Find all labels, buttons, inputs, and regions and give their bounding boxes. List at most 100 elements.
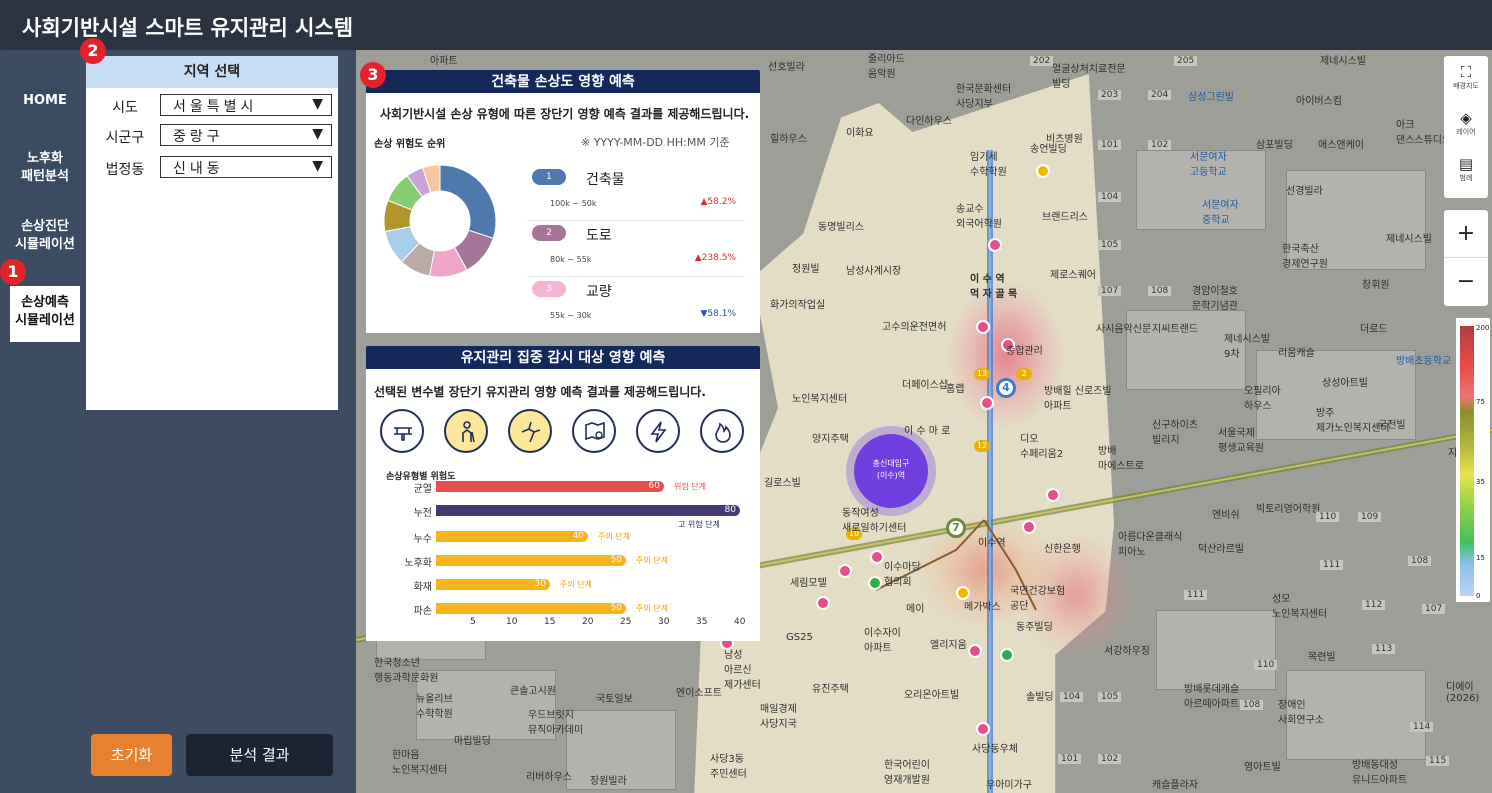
map-label: 줄리아드 음악원 — [868, 54, 905, 80]
bus-stop-marker[interactable]: 2 — [1016, 368, 1032, 380]
bus-icon[interactable] — [976, 320, 990, 334]
chevron-down-icon: ▼ — [312, 158, 323, 174]
sido-value: 서울특별시 — [173, 99, 258, 115]
sido-row: 시도 서울특별시 ▼ — [86, 94, 338, 118]
bar-fire[interactable]: 30 — [436, 579, 550, 590]
map-label: 제네시스빌 — [1320, 56, 1366, 67]
bus-stop-marker[interactable]: 13 — [974, 368, 990, 380]
fire-icon[interactable] — [700, 409, 744, 453]
axis-tick: 25 — [620, 617, 632, 627]
crack-icon[interactable] — [508, 409, 552, 453]
map-label: 이수마당 협의회 — [884, 562, 921, 588]
bus-icon[interactable] — [1022, 520, 1036, 534]
legend-icon: ▤ — [1458, 155, 1474, 173]
pipe-icon[interactable] — [380, 409, 424, 453]
donut-slice-1[interactable] — [439, 164, 497, 239]
zoom-in-button[interactable]: + — [1444, 210, 1488, 258]
line-7-station-icon[interactable]: 7 — [946, 518, 966, 538]
map-label: 마립빌딩 — [454, 736, 491, 747]
map-label: 임기세 수학학원 — [970, 152, 1007, 178]
lightning-icon[interactable] — [636, 409, 680, 453]
district-number: 112 — [1362, 600, 1386, 610]
layer-button[interactable]: ◈ 레이어 — [1444, 110, 1488, 137]
legend-button[interactable]: ▤ 범례 — [1444, 156, 1488, 183]
map-label: 캐슬플라자 — [1152, 780, 1198, 791]
axis-tick: 40 — [734, 617, 746, 627]
rank-range: 55k ~ 30k — [550, 311, 592, 320]
nav-item-label: 손상진단 시뮬레이션 — [15, 219, 75, 252]
map-label: 방배초등학교 — [1396, 356, 1452, 367]
bar-label: 파손 — [413, 606, 432, 617]
bus-icon[interactable] — [968, 644, 982, 658]
bus-icon[interactable] — [976, 722, 990, 736]
map-label: 더로드 — [1360, 324, 1388, 335]
bike-icon[interactable] — [1036, 164, 1050, 178]
district-number: 107 — [1098, 286, 1122, 296]
map-label: 지씨트랜드 — [1152, 324, 1198, 335]
building-damage-subtitle: 사회기반시설 손상 유형에 따른 장단기 영향 예측 결과를 제공해드립니다. — [380, 107, 750, 121]
map-toolbar: ⛶ 배경지도 ◈ 레이어 ▤ 범례 — [1444, 56, 1488, 198]
map-label: 더페이스샵 — [902, 380, 948, 391]
elderly-person-icon[interactable] — [444, 409, 488, 453]
basemap-button[interactable]: ⛶ 배경지도 — [1444, 64, 1488, 91]
bus-icon[interactable] — [988, 238, 1002, 252]
region-select-panel: 지역 선택 시도 서울특별시 ▼ 시군구 중랑구 ▼ 법정동 신내동 ▼ — [86, 56, 338, 410]
bike-icon[interactable] — [1000, 648, 1014, 662]
map-label: 리움캐슬 — [1278, 348, 1315, 359]
beopjeongdong-select[interactable]: 신내동 ▼ — [160, 156, 332, 178]
district-number: 104 — [1060, 692, 1084, 702]
nav-item-damage-prediction[interactable]: 손상예측 시뮬레이션 — [10, 286, 80, 342]
map-label: 서울국제 평생교육원 — [1218, 428, 1264, 454]
bus-icon[interactable] — [870, 550, 884, 564]
bike-icon[interactable] — [868, 576, 882, 590]
analysis-result-button[interactable]: 분석 결과 — [186, 734, 333, 776]
bar-damage[interactable]: 50 — [436, 603, 626, 614]
bar-aging[interactable]: 50 — [436, 555, 626, 566]
rank-row-1[interactable]: 1 건축물 100k ~ 50k ▲58.2% — [526, 169, 746, 221]
bus-icon[interactable] — [1046, 488, 1060, 502]
nav-item-aging-pattern[interactable]: 노후화 패턴분석 — [10, 150, 80, 190]
map-label: 고수의운전면허 — [882, 322, 947, 333]
beopjeongdong-label: 법정동 — [105, 162, 145, 178]
map-label: 우아미가구 — [986, 780, 1032, 791]
line-4-station-icon[interactable]: 4 — [996, 378, 1016, 398]
map-label: 제네시스빌 9차 — [1224, 334, 1270, 360]
nav-item-label: 손상예측 시뮬레이션 — [15, 295, 75, 328]
maintenance-subtitle: 선택된 변수별 장단기 유지관리 영향 예측 결과를 제공해드립니다. — [374, 385, 706, 399]
sido-select[interactable]: 서울특별시 ▼ — [160, 94, 332, 116]
map-label: 홈랩 — [946, 384, 965, 395]
reference-date-note: ※ YYYY-MM-DD HH:MM 기준 — [581, 136, 730, 149]
bar-leak[interactable]: 40 — [436, 531, 588, 542]
layer-label: 레이어 — [1456, 128, 1476, 136]
district-number: 204 — [1148, 90, 1172, 100]
rank-row-3[interactable]: 3 교량 55k ~ 30k ▼58.1% — [526, 281, 746, 333]
bar-crack[interactable]: 60 — [436, 481, 664, 492]
bar-short-circuit[interactable]: 80 — [436, 505, 740, 516]
rank-name: 건축물 — [586, 172, 625, 188]
reset-button[interactable]: 초기화 — [91, 734, 172, 776]
map-label: 이 수 마 로 — [904, 426, 951, 437]
bus-stop-marker[interactable]: 12 — [974, 440, 990, 452]
bus-icon[interactable] — [816, 596, 830, 610]
district-number: 202 — [1030, 56, 1054, 66]
nav-item-home[interactable]: HOME — [10, 92, 80, 114]
bus-icon[interactable] — [980, 396, 994, 410]
axis-tick: 10 — [506, 617, 518, 627]
map-label: 화가의작업실 — [770, 300, 826, 311]
map-icon: ⛶ — [1460, 63, 1472, 81]
leak-map-icon[interactable] — [572, 409, 616, 453]
nav-item-damage-diagnosis[interactable]: 손상진단 시뮬레이션 — [10, 218, 80, 258]
rank-name: 도로 — [586, 228, 612, 244]
map-label: 이 수 역 먹 자 골 목 — [970, 274, 1018, 300]
map-label: 제네시스빌 — [1386, 234, 1432, 245]
rank-row-2[interactable]: 2 도로 80k ~ 55k ▲238.5% — [526, 225, 746, 277]
map-label: 남성 아르신 제가센터 — [724, 650, 761, 691]
map-label: 리버하우스 — [526, 772, 572, 783]
sigungu-select[interactable]: 중랑구 ▼ — [160, 124, 332, 146]
elderly-person-icon — [462, 421, 475, 443]
station-center-marker[interactable]: 총신대입구 (이수)역 — [854, 434, 928, 508]
zoom-out-button[interactable]: − — [1444, 258, 1488, 306]
bus-icon[interactable] — [838, 564, 852, 578]
rank-change: ▼58.1% — [700, 309, 736, 319]
district-number: 203 — [1098, 90, 1122, 100]
